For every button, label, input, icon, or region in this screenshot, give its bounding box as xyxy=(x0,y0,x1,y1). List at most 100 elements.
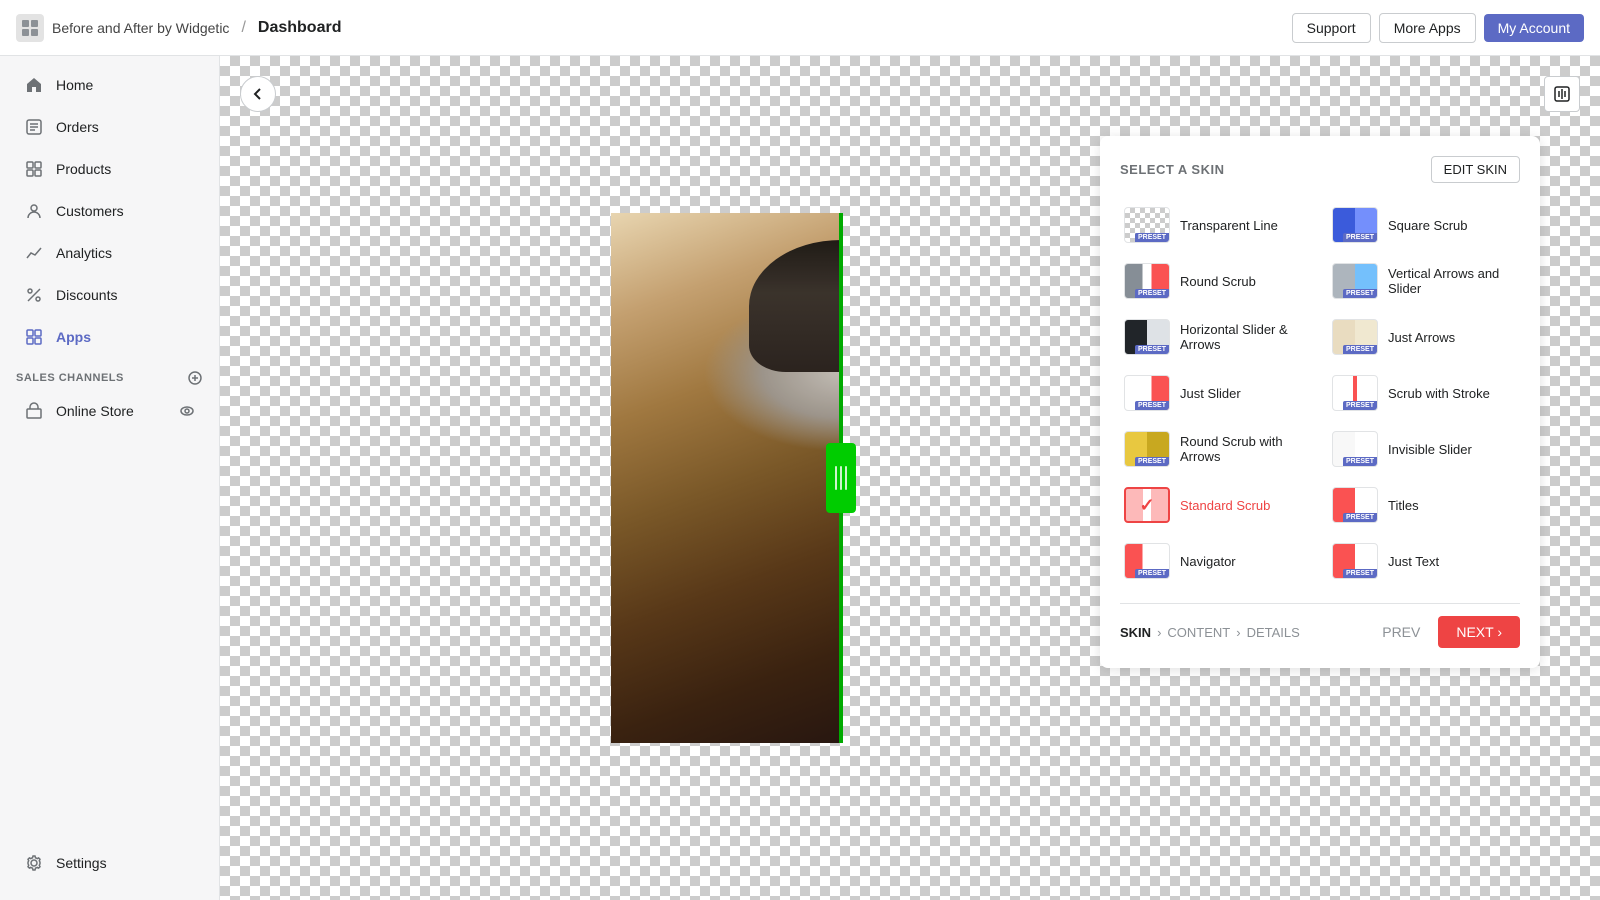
skin-thumb-round-scrub: PRESET xyxy=(1124,263,1170,299)
sidebar-item-home[interactable]: Home xyxy=(8,65,211,105)
support-button[interactable]: Support xyxy=(1292,13,1371,43)
skin-thumb-square-scrub: PRESET xyxy=(1332,207,1378,243)
store-icon xyxy=(24,401,44,421)
skin-item-scrub-with-stroke[interactable]: PRESET Scrub with Stroke xyxy=(1328,371,1520,415)
skin-item-just-text[interactable]: PRESET Just Text xyxy=(1328,539,1520,583)
skin-thumb-just-arrows: PRESET xyxy=(1332,319,1378,355)
sidebar-item-discounts[interactable]: Discounts xyxy=(8,275,211,315)
add-channel-icon[interactable] xyxy=(187,370,203,386)
skin-label-just-text: Just Text xyxy=(1388,554,1439,569)
skin-thumb-invisible-slider: PRESET xyxy=(1332,431,1378,467)
sidebar-label-orders: Orders xyxy=(56,119,99,135)
sales-channels-label: SALES CHANNELS xyxy=(0,358,219,390)
skin-panel-footer: SKIN › CONTENT › DETAILS PREV NEXT › xyxy=(1120,603,1520,648)
skin-label-just-arrows: Just Arrows xyxy=(1388,330,1455,345)
products-icon xyxy=(24,159,44,179)
bc-content: CONTENT xyxy=(1167,625,1230,640)
sidebar: Home Orders Products Customers Analytics xyxy=(0,56,220,900)
skin-label-square-scrub: Square Scrub xyxy=(1388,218,1468,233)
bc-skin: SKIN xyxy=(1120,625,1151,640)
sidebar-label-discounts: Discounts xyxy=(56,287,117,303)
page-title: Dashboard xyxy=(258,19,342,37)
account-button[interactable]: My Account xyxy=(1484,14,1584,42)
analytics-icon xyxy=(24,243,44,263)
sidebar-item-apps[interactable]: Apps xyxy=(8,317,211,357)
sidebar-label-customers: Customers xyxy=(56,203,124,219)
skin-label-just-slider: Just Slider xyxy=(1180,386,1241,401)
main-layout: Home Orders Products Customers Analytics xyxy=(0,56,1600,900)
prev-button[interactable]: PREV xyxy=(1372,618,1430,646)
step-nav-actions: PREV NEXT › xyxy=(1372,616,1520,648)
checker-background: SELECT A SKIN EDIT SKIN PRESET Transpare… xyxy=(220,56,1600,900)
app-icon xyxy=(16,14,44,42)
customers-icon xyxy=(24,201,44,221)
sidebar-item-analytics[interactable]: Analytics xyxy=(8,233,211,273)
slider-handle-grip xyxy=(835,466,847,490)
more-apps-button[interactable]: More Apps xyxy=(1379,13,1476,43)
orders-icon xyxy=(24,117,44,137)
skin-thumb-just-slider: PRESET xyxy=(1124,375,1170,411)
skin-thumb-transparent-line: PRESET xyxy=(1124,207,1170,243)
sidebar-item-customers[interactable]: Customers xyxy=(8,191,211,231)
skin-thumb-standard-scrub: ✓ xyxy=(1124,487,1170,523)
sidebar-item-settings[interactable]: Settings xyxy=(8,843,211,883)
skin-thumb-titles: PRESET xyxy=(1332,487,1378,523)
skin-item-round-scrub-arrows[interactable]: PRESET Round Scrub with Arrows xyxy=(1120,427,1312,471)
skin-thumb-round-scrub-arrows: PRESET xyxy=(1124,431,1170,467)
sidebar-label-settings: Settings xyxy=(56,855,107,871)
skin-thumb-scrub-with-stroke: PRESET xyxy=(1332,375,1378,411)
skin-label-navigator: Navigator xyxy=(1180,554,1236,569)
top-header: Before and After by Widgetic / Dashboard… xyxy=(0,0,1600,56)
sidebar-item-online-store[interactable]: Online Store xyxy=(8,391,211,431)
skin-item-navigator[interactable]: PRESET Navigator xyxy=(1120,539,1312,583)
sidebar-bottom: Settings xyxy=(0,842,219,892)
skin-item-square-scrub[interactable]: PRESET Square Scrub xyxy=(1328,203,1520,247)
slider-handle[interactable] xyxy=(826,443,856,513)
skin-thumb-horizontal-slider-arrows: PRESET xyxy=(1124,319,1170,355)
resize-button[interactable] xyxy=(1544,76,1580,112)
skin-label-round-scrub-arrows: Round Scrub with Arrows xyxy=(1180,434,1308,464)
header-actions: Support More Apps My Account xyxy=(1292,13,1584,43)
skin-thumb-vertical-arrows-slider: PRESET xyxy=(1332,263,1378,299)
skin-item-standard-scrub[interactable]: ✓ Standard Scrub xyxy=(1120,483,1312,527)
step-breadcrumb: SKIN › CONTENT › DETAILS xyxy=(1120,625,1300,640)
skin-thumb-just-text: PRESET xyxy=(1332,543,1378,579)
skin-label-round-scrub: Round Scrub xyxy=(1180,274,1256,289)
next-button[interactable]: NEXT › xyxy=(1438,616,1520,648)
skin-label-transparent-line: Transparent Line xyxy=(1180,218,1278,233)
skin-item-vertical-arrows-slider[interactable]: PRESET Vertical Arrows and Slider xyxy=(1328,259,1520,303)
skin-panel: SELECT A SKIN EDIT SKIN PRESET Transpare… xyxy=(1100,136,1540,668)
skin-label-invisible-slider: Invisible Slider xyxy=(1388,442,1472,457)
skin-thumb-navigator: PRESET xyxy=(1124,543,1170,579)
store-visibility-icon[interactable] xyxy=(179,403,195,419)
back-button[interactable] xyxy=(240,76,276,112)
skin-label-titles: Titles xyxy=(1388,498,1419,513)
settings-icon xyxy=(24,853,44,873)
skin-label-vertical-arrows-slider: Vertical Arrows and Slider xyxy=(1388,266,1516,296)
skin-item-transparent-line[interactable]: PRESET Transparent Line xyxy=(1120,203,1312,247)
home-icon xyxy=(24,75,44,95)
sidebar-item-products[interactable]: Products xyxy=(8,149,211,189)
skin-item-just-arrows[interactable]: PRESET Just Arrows xyxy=(1328,315,1520,359)
skin-panel-title: SELECT A SKIN xyxy=(1120,162,1225,177)
skin-item-just-slider[interactable]: PRESET Just Slider xyxy=(1120,371,1312,415)
skin-item-horizontal-slider-arrows[interactable]: PRESET Horizontal Slider & Arrows xyxy=(1120,315,1312,359)
sidebar-item-orders[interactable]: Orders xyxy=(8,107,211,147)
skin-item-round-scrub[interactable]: PRESET Round Scrub xyxy=(1120,259,1312,303)
apps-icon xyxy=(24,327,44,347)
sidebar-label-products: Products xyxy=(56,161,111,177)
skin-grid: PRESET Transparent Line PRESET Square Sc… xyxy=(1120,203,1520,583)
edit-skin-button[interactable]: EDIT SKIN xyxy=(1431,156,1520,183)
sidebar-label-online-store: Online Store xyxy=(56,403,134,419)
sidebar-label-home: Home xyxy=(56,77,93,93)
app-title-area: Before and After by Widgetic / Dashboard xyxy=(16,14,1280,42)
skin-item-titles[interactable]: PRESET Titles xyxy=(1328,483,1520,527)
skin-label-horizontal-slider-arrows: Horizontal Slider & Arrows xyxy=(1180,322,1308,352)
skin-panel-header: SELECT A SKIN EDIT SKIN xyxy=(1120,156,1520,183)
skin-item-invisible-slider[interactable]: PRESET Invisible Slider xyxy=(1328,427,1520,471)
skin-label-scrub-with-stroke: Scrub with Stroke xyxy=(1388,386,1490,401)
sidebar-label-analytics: Analytics xyxy=(56,245,112,261)
preview-image xyxy=(611,213,1071,743)
app-name: Before and After by Widgetic xyxy=(52,20,229,36)
sidebar-label-apps: Apps xyxy=(56,329,91,345)
